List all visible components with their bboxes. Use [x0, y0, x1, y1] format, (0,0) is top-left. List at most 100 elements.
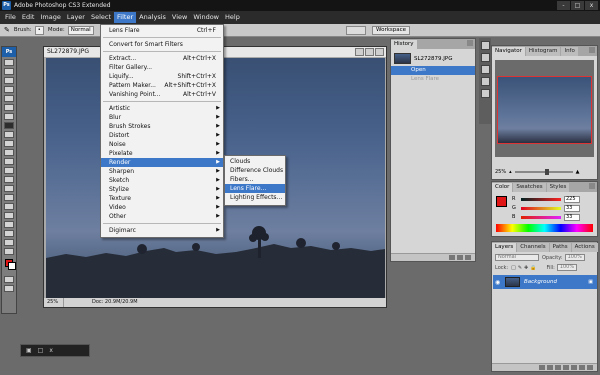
new-document-from-state-icon[interactable] — [449, 255, 455, 260]
move-tool-icon[interactable] — [4, 59, 14, 66]
minimize-button[interactable]: - — [557, 1, 570, 10]
shape-tool-icon[interactable] — [4, 212, 14, 219]
filter-noise[interactable]: Noise ▶ — [101, 140, 223, 149]
color-spectrum-ramp[interactable] — [496, 224, 593, 232]
tab-styles[interactable]: Styles — [546, 183, 570, 192]
maximize-button[interactable]: □ — [571, 1, 584, 10]
menu-image[interactable]: Image — [37, 12, 63, 23]
filter-pattern-maker[interactable]: Pattern Maker... Alt+Shift+Ctrl+X — [101, 81, 223, 90]
history-snapshot[interactable]: SL272879.JPG — [394, 53, 453, 64]
menu-layer[interactable]: Layer — [64, 12, 88, 23]
workspace-button[interactable]: Workspace — [372, 26, 411, 35]
filter-stylize[interactable]: Stylize ▶ — [101, 185, 223, 194]
eye-icon[interactable]: ◉ — [495, 279, 505, 286]
filter-pixelate[interactable]: Pixelate ▶ — [101, 149, 223, 158]
menu-edit[interactable]: Edit — [19, 12, 38, 23]
blur-tool-icon[interactable] — [4, 167, 14, 174]
tab-layers[interactable]: Layers — [492, 243, 517, 252]
layer-mask-icon[interactable] — [555, 365, 561, 370]
close-icon[interactable]: x — [49, 347, 53, 354]
tab-actions[interactable]: Actions — [571, 243, 598, 252]
layer-comps-dock-icon[interactable] — [480, 77, 490, 86]
green-slider[interactable] — [521, 206, 561, 210]
close-button[interactable]: x — [585, 1, 598, 10]
type-tool-icon[interactable] — [4, 194, 14, 201]
menu-select[interactable]: Select — [88, 12, 114, 23]
filter-liquify[interactable]: Liquify... Shift+Ctrl+X — [101, 72, 223, 81]
tab-info[interactable]: Info — [561, 47, 578, 56]
screen-mode-icon[interactable] — [4, 285, 14, 292]
delete-state-icon[interactable] — [465, 255, 471, 260]
brush-tool-icon[interactable]: ✎ — [4, 26, 10, 34]
delete-layer-icon[interactable] — [587, 365, 593, 370]
layer-style-icon[interactable] — [547, 365, 553, 370]
history-state-open[interactable]: Open — [391, 66, 475, 75]
history-brush-tool-icon[interactable] — [4, 140, 14, 147]
menu-view[interactable]: View — [169, 12, 190, 23]
lasso-tool-icon[interactable] — [4, 77, 14, 84]
document-close-button[interactable] — [375, 48, 384, 56]
brush-picker[interactable]: • — [34, 25, 44, 35]
panel-menu-icon[interactable] — [589, 47, 595, 53]
filter-extract[interactable]: Extract... Alt+Ctrl+X — [101, 54, 223, 63]
filter-distort[interactable]: Distort ▶ — [101, 131, 223, 140]
red-slider[interactable] — [521, 197, 561, 201]
notes-tool-icon[interactable] — [4, 221, 14, 228]
pen-tool-icon[interactable] — [4, 185, 14, 192]
quick-mask-icon[interactable] — [4, 276, 14, 283]
restore-icon[interactable]: □ — [38, 347, 44, 354]
blue-value-field[interactable]: 33 — [564, 213, 580, 221]
tab-paths[interactable]: Paths — [549, 243, 571, 252]
slice-tool-icon[interactable] — [4, 104, 14, 111]
filter-other[interactable]: Other ▶ — [101, 212, 223, 221]
document-minimize-button[interactable] — [355, 48, 364, 56]
marquee-tool-icon[interactable] — [4, 68, 14, 75]
green-value-field[interactable]: 33 — [564, 204, 580, 212]
menu-file[interactable]: File — [2, 12, 19, 23]
navigator-zoom-value[interactable]: 25% — [495, 169, 506, 175]
filter-brush-strokes[interactable]: Brush Strokes ▶ — [101, 122, 223, 131]
menu-filter[interactable]: Filter — [114, 12, 137, 23]
panel-menu-icon[interactable] — [467, 40, 473, 46]
clone-source-dock-icon[interactable] — [480, 89, 490, 98]
menu-window[interactable]: Window — [190, 12, 222, 23]
navigator-preview[interactable] — [495, 60, 594, 157]
render-difference-clouds[interactable]: Difference Clouds — [225, 166, 285, 175]
navigator-dock-icon[interactable] — [480, 41, 490, 50]
zoom-tool-icon[interactable] — [4, 248, 14, 255]
path-selection-tool-icon[interactable] — [4, 203, 14, 210]
new-snapshot-icon[interactable] — [457, 255, 463, 260]
filter-gallery[interactable]: Filter Gallery... — [101, 63, 223, 72]
minimized-window-bar[interactable]: ▣ □ x — [20, 344, 90, 357]
gradient-tool-icon[interactable] — [4, 158, 14, 165]
tool-presets-dock-icon[interactable] — [480, 65, 490, 74]
tab-color[interactable]: Color — [492, 183, 513, 192]
hand-tool-icon[interactable] — [4, 239, 14, 246]
new-group-icon[interactable] — [571, 365, 577, 370]
tab-histogram[interactable]: Histogram — [525, 47, 561, 56]
filter-blur[interactable]: Blur ▶ — [101, 113, 223, 122]
render-lighting-effects[interactable]: Lighting Effects... — [225, 193, 285, 202]
filter-video[interactable]: Video ▶ — [101, 203, 223, 212]
brush-tool-icon[interactable] — [4, 122, 14, 129]
zoom-out-icon[interactable]: ▴ — [509, 169, 512, 175]
tab-channels[interactable]: Channels — [517, 243, 549, 252]
mode-select[interactable]: Normal — [67, 25, 94, 35]
filter-texture[interactable]: Texture ▶ — [101, 194, 223, 203]
layer-background[interactable]: ◉ Background ▣ — [493, 275, 597, 289]
filter-artistic[interactable]: Artistic ▶ — [101, 104, 223, 113]
convert-for-smart-filters[interactable]: Convert for Smart Filters — [101, 40, 223, 49]
blend-mode-select[interactable]: Normal — [495, 254, 539, 261]
clone-stamp-tool-icon[interactable] — [4, 131, 14, 138]
filter-last-lens-flare[interactable]: Lens Flare Ctrl+F — [101, 26, 223, 35]
background-color-swatch[interactable] — [8, 262, 16, 270]
color-foreground-swatch[interactable] — [496, 196, 507, 207]
tab-swatches[interactable]: Swatches — [513, 183, 546, 192]
link-layers-icon[interactable] — [539, 365, 545, 370]
fill-field[interactable]: 100% — [556, 264, 578, 271]
zoom-level[interactable]: 25% — [44, 298, 64, 307]
document-size-info[interactable]: Doc: 20.9M/20.9M — [64, 298, 138, 307]
tab-history[interactable]: History — [391, 40, 417, 49]
zoom-in-icon[interactable]: ▲ — [576, 169, 580, 175]
magic-wand-tool-icon[interactable] — [4, 86, 14, 93]
